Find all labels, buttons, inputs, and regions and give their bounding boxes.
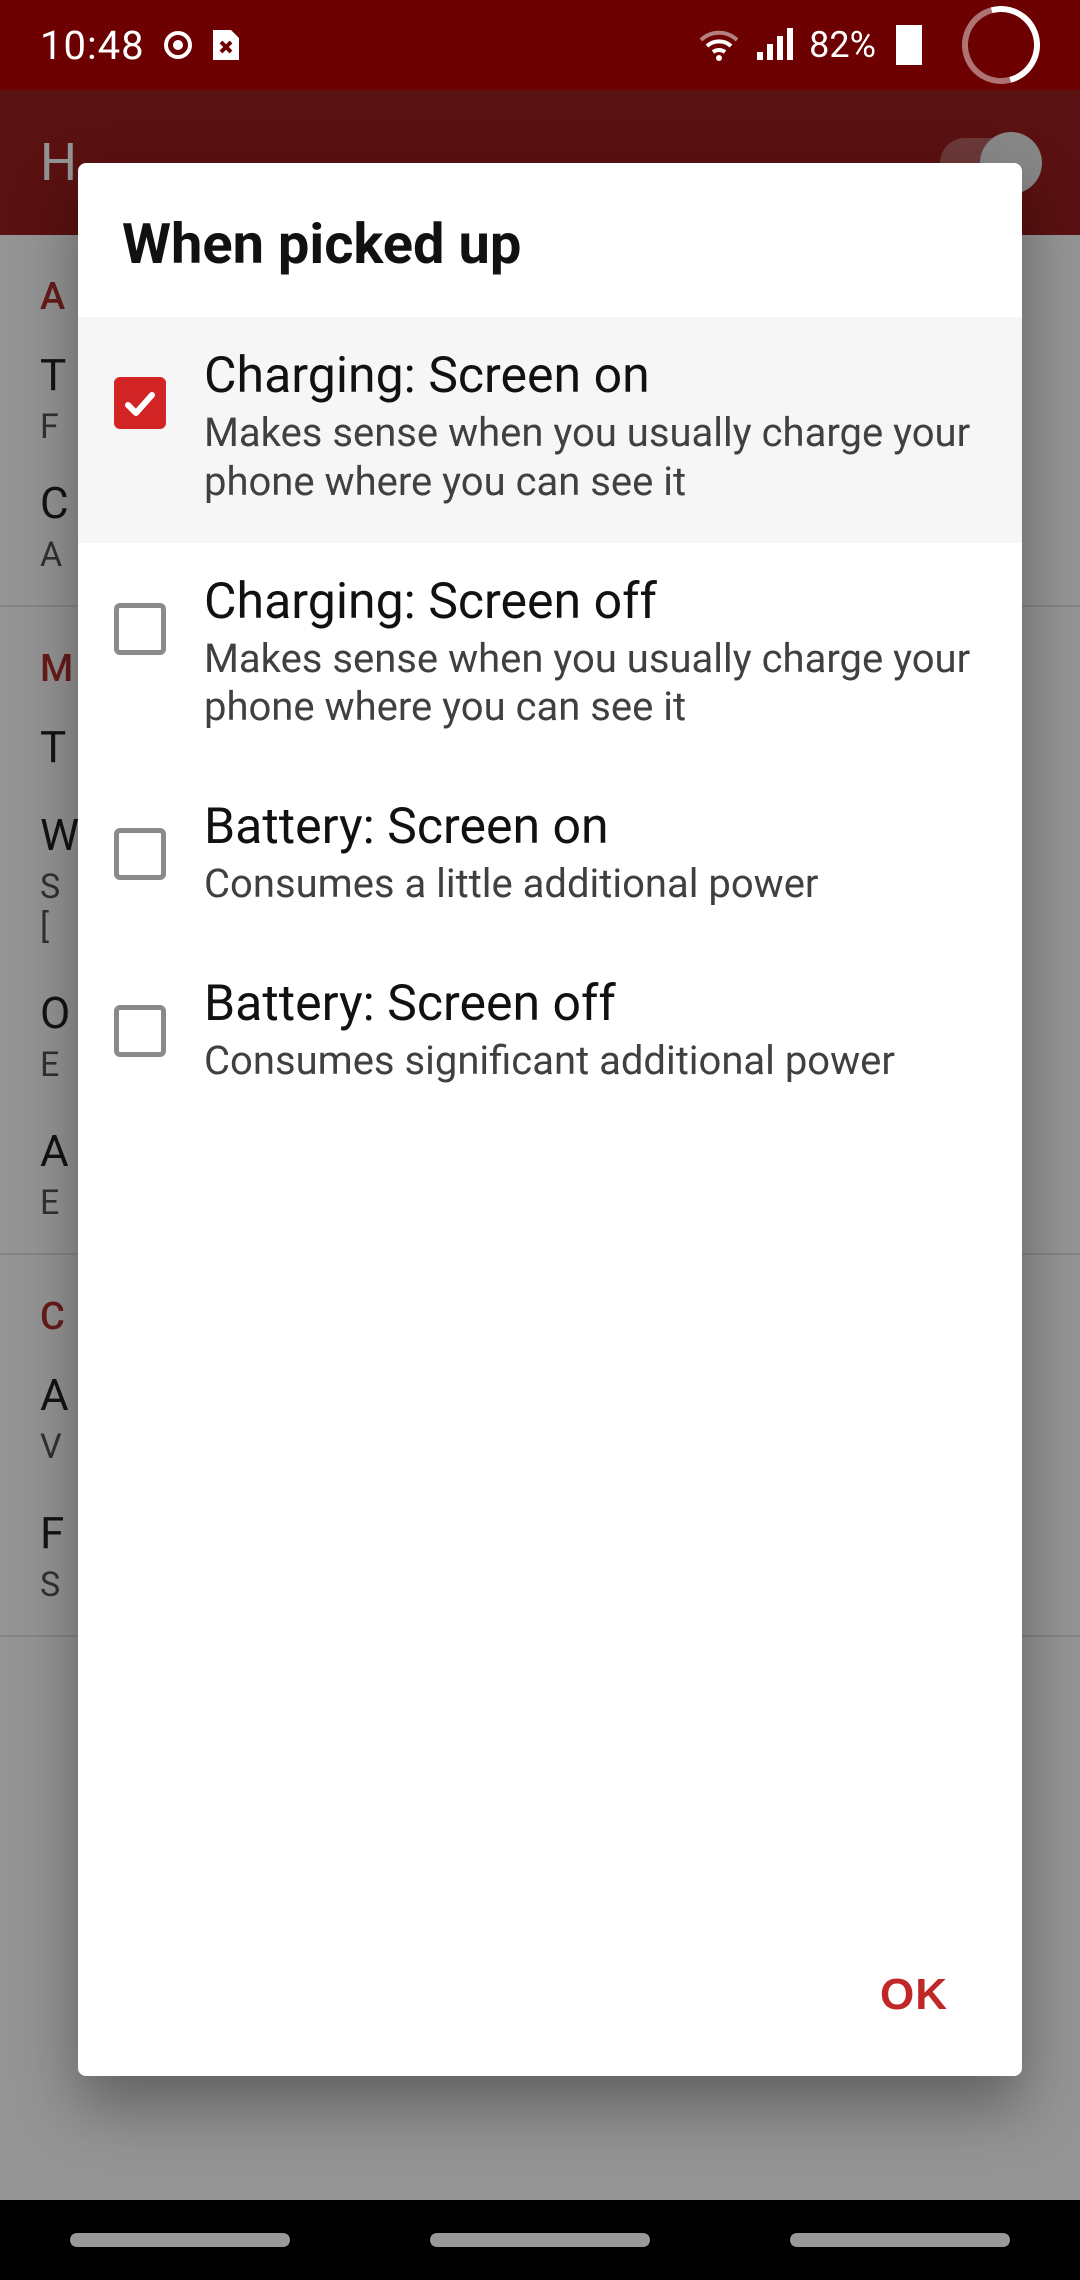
nav-back[interactable] [790,2233,1010,2247]
options-list: Charging: Screen on Makes sense when you… [78,317,1022,1930]
option-charging-screen-on[interactable]: Charging: Screen on Makes sense when you… [78,317,1022,543]
wifi-icon [697,28,741,62]
checkbox[interactable] [114,828,166,880]
option-subtitle: Consumes a little additional power [204,860,994,909]
option-battery-screen-on[interactable]: Battery: Screen on Consumes a little add… [78,768,1022,945]
option-subtitle: Makes sense when you usually charge your… [204,635,994,733]
option-title: Charging: Screen off [204,573,994,631]
ok-button[interactable]: OK [850,1950,978,2040]
option-charging-screen-off[interactable]: Charging: Screen off Makes sense when yo… [78,543,1022,769]
battery-icon [896,25,922,65]
loading-circle-icon [948,0,1055,98]
nav-recent[interactable] [70,2233,290,2247]
dialog-title: When picked up [78,163,1022,317]
nav-bar [0,2200,1080,2280]
nav-home[interactable] [430,2233,650,2247]
status-clock: 10:48 [40,22,145,69]
option-title: Charging: Screen on [204,347,994,405]
doc-x-icon [211,28,241,62]
checkbox[interactable] [114,603,166,655]
option-title: Battery: Screen off [204,975,994,1033]
option-subtitle: Makes sense when you usually charge your… [204,409,994,507]
battery-percent: 82% [809,24,876,66]
checkbox[interactable] [114,377,166,429]
record-icon [163,30,193,60]
when-picked-up-dialog: When picked up Charging: Screen on Makes… [78,163,1022,2076]
status-bar-overlay: 10:48 82% [0,0,1080,90]
option-battery-screen-off[interactable]: Battery: Screen off Consumes significant… [78,945,1022,1122]
checkbox[interactable] [114,1005,166,1057]
signal-icon [755,28,795,62]
option-subtitle: Consumes significant additional power [204,1037,994,1086]
option-title: Battery: Screen on [204,798,994,856]
